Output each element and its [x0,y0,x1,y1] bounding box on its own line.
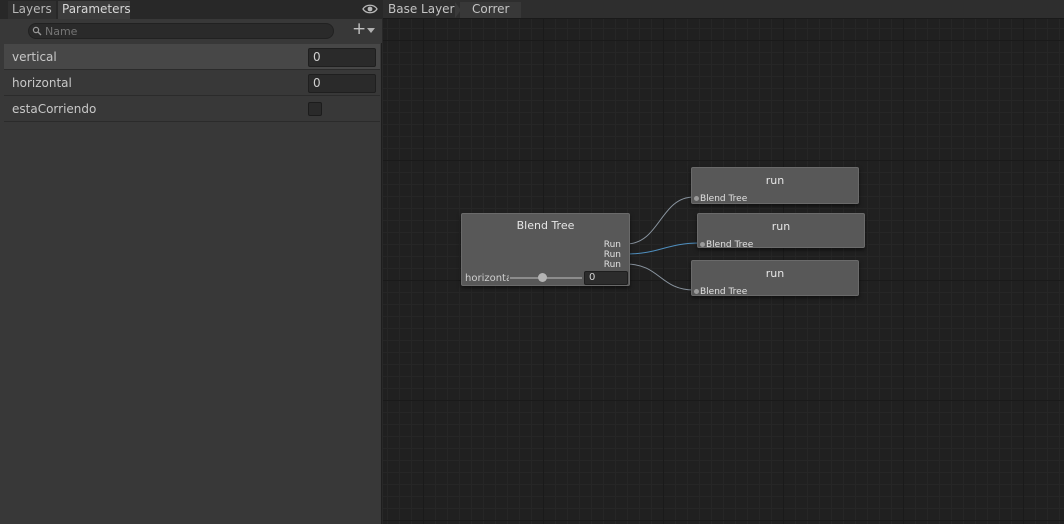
search-row: + [0,19,382,43]
parameter-row-horizontal[interactable]: horizontal 0 [4,70,380,96]
motion-node-run[interactable]: run Blend Tree [691,260,859,297]
input-port-dot[interactable] [694,289,699,294]
parameter-name: estaCorriendo [12,102,97,116]
plus-icon: + [352,19,367,39]
chevron-down-icon [367,28,375,33]
add-parameter-button[interactable]: + [350,19,378,40]
output-port-run[interactable]: Run [604,240,621,250]
parameters-panel: Layers Parameters + vertical 0 horizonta… [0,0,382,524]
node-title: run [771,220,791,233]
motion-node-run[interactable]: run Blend Tree [697,213,865,250]
blend-tree-node[interactable]: Blend Tree Run Run Run horizontal 0 [461,213,630,286]
breadcrumb-end-arrow [512,2,518,18]
output-port-run[interactable]: Run [604,250,621,260]
tab-layers[interactable]: Layers [8,1,56,19]
blend-slider-handle[interactable] [538,273,548,282]
breadcrumb: Base Layer Correr [383,0,1064,19]
motion-node-run[interactable]: run Blend Tree [691,167,859,204]
eye-icon[interactable] [362,2,378,16]
input-port-dot[interactable] [694,196,699,201]
parameter-checkbox[interactable] [308,102,322,116]
animator-window: Layers Parameters + vertical 0 horizonta… [0,0,1064,524]
parameter-value-field[interactable]: 0 [308,74,376,93]
panel-tabbar: Layers Parameters [0,0,382,19]
node-title: run [765,174,785,187]
input-port-label: Blend Tree [706,240,754,250]
blend-value-field[interactable]: 0 [584,271,628,285]
input-port-label: Blend Tree [700,287,748,297]
input-port-label: Blend Tree [700,194,748,204]
parameter-row-vertical[interactable]: vertical 0 [4,44,380,70]
search-icon [32,26,42,36]
tab-parameters[interactable]: Parameters [58,1,131,19]
output-port-run[interactable]: Run [604,260,621,270]
node-title: Blend Tree [516,219,575,232]
search-input[interactable] [28,23,334,39]
parameter-name: horizontal [12,76,72,90]
parameter-name: vertical [12,50,57,64]
parameter-row-estacorriendo[interactable]: estaCorriendo [4,96,380,122]
parameter-value-field[interactable]: 0 [308,48,376,67]
blend-parameter-label: horizontal [465,273,509,284]
node-title: run [765,267,785,280]
input-port-dot[interactable] [700,242,705,247]
